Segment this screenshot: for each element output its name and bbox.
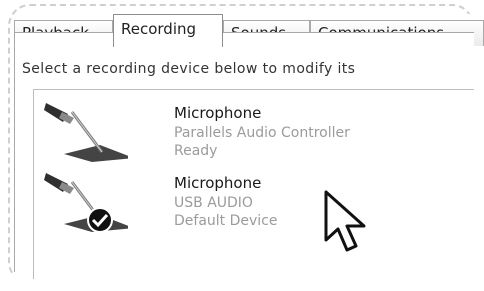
list-item-device-default[interactable]: Microphone USB AUDIO Default Device bbox=[34, 164, 464, 233]
device-list: Microphone Parallels Audio Controller Re… bbox=[33, 89, 474, 279]
tab-recording[interactable]: Recording bbox=[113, 14, 223, 47]
device-name: Microphone bbox=[174, 104, 262, 122]
default-device-check-icon bbox=[87, 207, 113, 233]
device-status: Default Device bbox=[174, 213, 278, 229]
device-driver: USB AUDIO bbox=[174, 195, 253, 211]
mouse-pointer-icon bbox=[324, 190, 366, 252]
instruction-text: Select a recording device below to modif… bbox=[22, 61, 356, 77]
device-name: Microphone bbox=[174, 174, 262, 192]
device-driver: Parallels Audio Controller bbox=[174, 125, 350, 141]
device-status: Ready bbox=[174, 143, 218, 159]
device-details: USB AUDIO Default Device bbox=[174, 194, 277, 230]
list-item-device[interactable]: Microphone Parallels Audio Controller Re… bbox=[34, 94, 464, 162]
microphone-icon bbox=[42, 98, 134, 162]
microphone-icon bbox=[42, 168, 134, 232]
device-details: Parallels Audio Controller Ready bbox=[174, 124, 350, 160]
